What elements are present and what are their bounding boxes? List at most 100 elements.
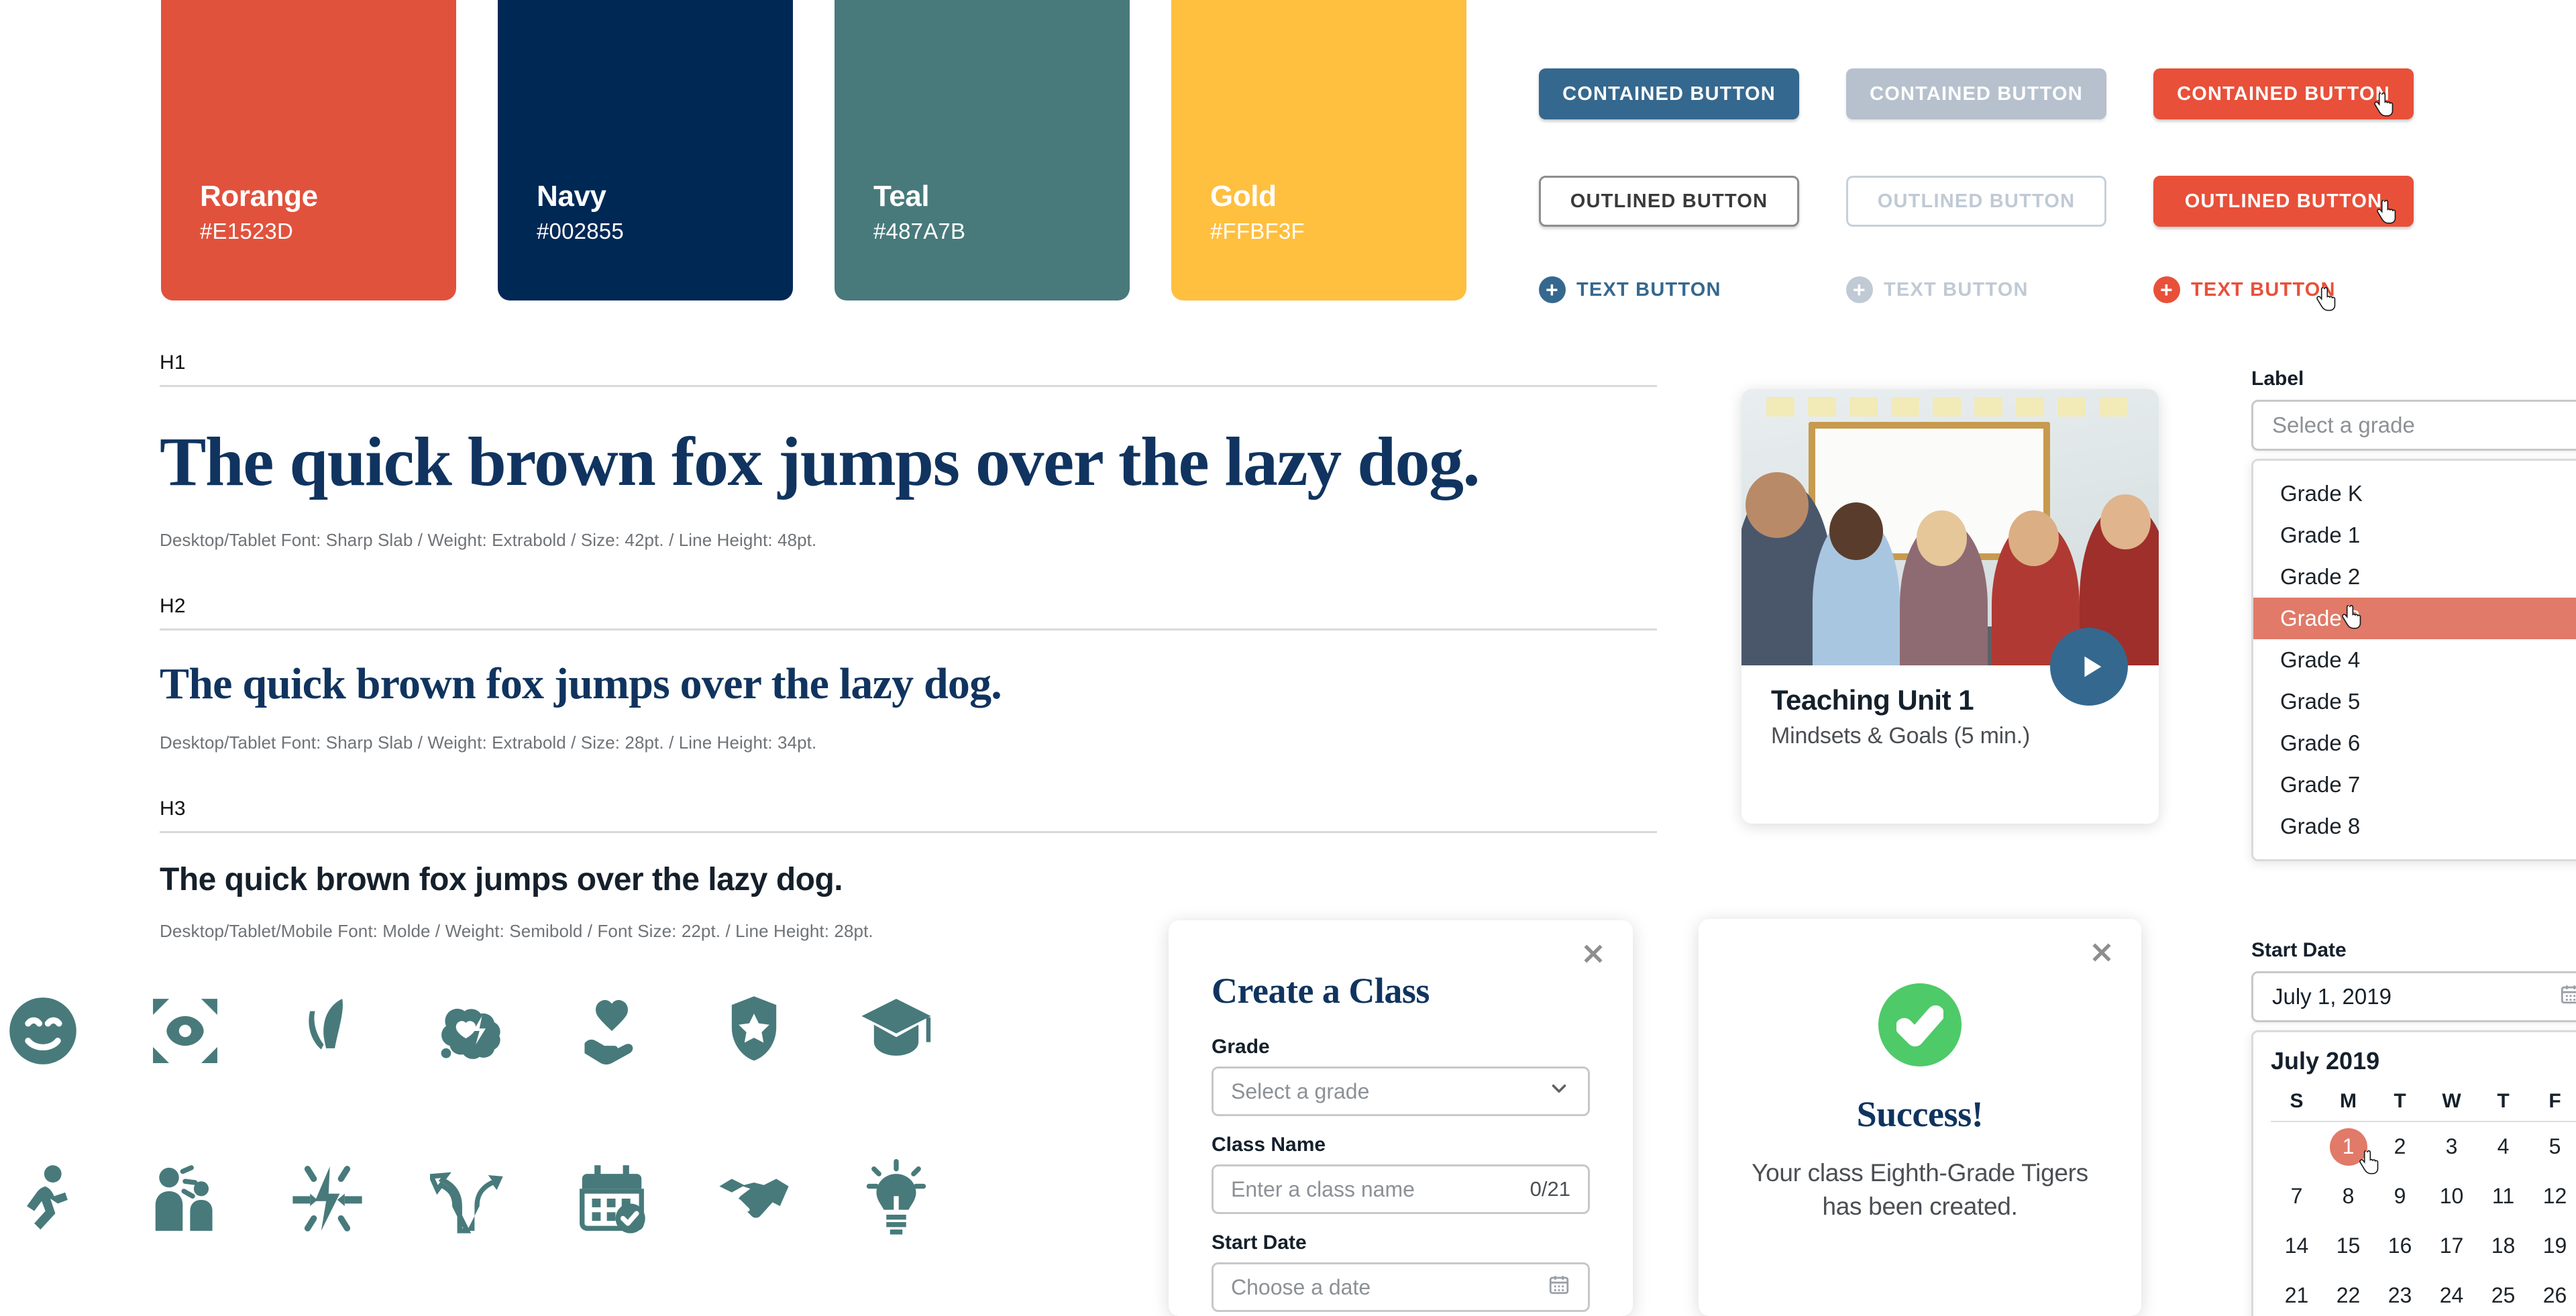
calendar-day[interactable]: 25 [2477, 1270, 2529, 1316]
swatch-name: Navy [537, 179, 606, 213]
calendar-weekday: F [2548, 1090, 2561, 1112]
grade-field: Grade Select a grade [1212, 1036, 1590, 1116]
calendar-day[interactable]: 7 [2271, 1171, 2322, 1221]
divider [160, 628, 1657, 630]
grade-option[interactable]: Grade 5 [2253, 681, 2576, 722]
swatch-hex: #487A7B [873, 219, 966, 243]
calendar-day-selected[interactable]: 1 [2322, 1121, 2379, 1174]
grade-option[interactable]: Grade K [2253, 473, 2576, 514]
leaf-growth-icon [256, 967, 398, 1095]
calendar-popup: July 2019 S M T W T F 1 2 3 4 5 7 8 9 10… [2251, 1030, 2576, 1316]
calendar-day[interactable]: 22 [2322, 1270, 2374, 1316]
grade-select-input[interactable]: Select a grade [2251, 400, 2576, 451]
text-button-label: TEXT BUTTON [1884, 278, 2029, 300]
success-content: Success! Your class Eighth-Grade Tigers … [1699, 919, 2141, 1223]
calendar-day[interactable]: 18 [2477, 1221, 2529, 1270]
close-icon[interactable] [2086, 938, 2117, 969]
contained-button-default[interactable]: CONTAINED BUTTON [1539, 68, 1799, 119]
eye-expand-icon [114, 967, 256, 1095]
color-swatch: Navy #002855 [498, 0, 793, 300]
running-person-icon [0, 1135, 114, 1262]
lightbulb-icon [825, 1135, 967, 1262]
grade-option[interactable]: Grade 6 [2253, 722, 2576, 764]
play-icon[interactable] [2050, 628, 2128, 706]
calendar-day[interactable]: 24 [2426, 1270, 2477, 1316]
text-button-default[interactable]: + TEXT BUTTON [1539, 276, 1721, 303]
grade-select-group: Label Select a grade Grade K Grade 1 Gra… [2251, 368, 2576, 861]
student-head [1746, 472, 1809, 539]
calendar-day[interactable]: 10 [2426, 1171, 2477, 1221]
type-meta: Desktop/Tablet Font: Sharp Slab / Weight… [160, 732, 817, 753]
text-button-row: + TEXT BUTTON + TEXT BUTTON + TEXT BUTTO… [1539, 276, 2461, 311]
grade-option[interactable]: Grade 7 [2253, 764, 2576, 806]
calendar-day[interactable]: 8 [2322, 1171, 2374, 1221]
video-card[interactable]: Teaching Unit 1 Mindsets & Goals (5 min.… [1741, 389, 2159, 824]
grade-option[interactable]: Grade 1 [2253, 514, 2576, 556]
grade-option-highlighted[interactable]: Grade 3 [2253, 598, 2576, 639]
plus-icon: + [2153, 276, 2180, 303]
calendar-day[interactable]: 14 [2271, 1221, 2322, 1270]
calendar-day[interactable]: 11 [2477, 1171, 2529, 1221]
calendar-icon[interactable] [1548, 1273, 1570, 1301]
type-sample-h2: The quick brown fox jumps over the lazy … [160, 659, 1002, 708]
calendar-day-label: 1 [2329, 1128, 2367, 1166]
start-date-input[interactable]: July 1, 2019 [2251, 971, 2576, 1022]
class-name-label: Class Name [1212, 1134, 1326, 1156]
design-system-page: Rorange #E1523D Navy #002855 Teal #487A7… [0, 0, 2576, 1316]
calendar-day[interactable]: 21 [2271, 1270, 2322, 1316]
calendar-month-label: July 2019 [2271, 1047, 2380, 1075]
grade-option[interactable]: Grade 8 [2253, 806, 2576, 847]
type-sample-h3: The quick brown fox jumps over the lazy … [160, 862, 843, 897]
diverging-arrows-icon [398, 1135, 541, 1262]
calendar-day[interactable]: 26 [2529, 1270, 2576, 1316]
grade-option[interactable]: Grade 2 [2253, 556, 2576, 598]
video-subtitle: Mindsets & Goals (5 min.) [1771, 723, 2031, 749]
text-button-label: TEXT BUTTON [1576, 278, 1721, 300]
grade-option[interactable]: Grade 4 [2253, 639, 2576, 681]
start-date-field: Start Date Choose a date [1212, 1231, 1590, 1312]
class-name-input[interactable]: Enter a class name 0/21 [1212, 1164, 1590, 1214]
calendar-icon[interactable] [2559, 983, 2576, 1011]
calendar-day[interactable]: 12 [2529, 1171, 2576, 1221]
chevron-down-icon [1548, 1077, 1570, 1105]
check-circle-icon [1878, 983, 1962, 1066]
color-swatch-row: Rorange #E1523D Navy #002855 Teal #487A7… [161, 0, 1466, 300]
calendar-day[interactable]: 17 [2426, 1221, 2477, 1270]
type-meta: Desktop/Tablet Font: Sharp Slab / Weight… [160, 530, 817, 550]
text-button-disabled: + TEXT BUTTON [1846, 276, 2029, 303]
grade-field-select[interactable]: Select a grade [1212, 1066, 1590, 1116]
class-name-placeholder: Enter a class name [1231, 1176, 1415, 1201]
type-tag: H2 [160, 595, 186, 617]
type-tag: H1 [160, 351, 186, 374]
grade-field-placeholder: Select a grade [1231, 1079, 1370, 1103]
calendar-day[interactable]: 9 [2374, 1171, 2426, 1221]
calendar-weekday: W [2442, 1090, 2461, 1112]
graduation-cap-icon [825, 967, 967, 1095]
calendar-day[interactable]: 23 [2374, 1270, 2426, 1316]
outlined-button-hover[interactable]: OUTLINED BUTTON [2153, 176, 2414, 227]
calendar-day[interactable]: 5 [2529, 1121, 2576, 1171]
create-class-title: Create a Class [1212, 971, 1430, 1011]
calendar-day[interactable]: 15 [2322, 1221, 2374, 1270]
calendar-day[interactable]: 19 [2529, 1221, 2576, 1270]
close-icon[interactable] [1578, 939, 1609, 970]
grade-select-menu: Grade K Grade 1 Grade 2 Grade 3 Grade 4 … [2251, 459, 2576, 861]
student-head [2008, 510, 2059, 566]
calendar-day[interactable]: 3 [2426, 1121, 2477, 1171]
typography-item-h1: H1 The quick brown fox jumps over the la… [160, 351, 1657, 551]
shield-star-icon [683, 967, 825, 1095]
contained-button-disabled: CONTAINED BUTTON [1846, 68, 2106, 119]
grade-select-placeholder: Select a grade [2272, 413, 2415, 437]
calendar-day[interactable]: 2 [2374, 1121, 2426, 1171]
outlined-button-default[interactable]: OUTLINED BUTTON [1539, 176, 1799, 227]
button-matrix: CONTAINED BUTTON CONTAINED BUTTON CONTAI… [1539, 68, 2461, 311]
calendar-week-row: 14 15 16 17 18 19 [2271, 1221, 2576, 1270]
text-button-hover[interactable]: + TEXT BUTTON [2153, 276, 2336, 303]
contained-button-hover[interactable]: CONTAINED BUTTON [2153, 68, 2414, 119]
calendar-day[interactable]: 4 [2477, 1121, 2529, 1171]
divider [160, 831, 1657, 833]
start-date-field-input[interactable]: Choose a date [1212, 1262, 1590, 1312]
sticky-notes-decor [1766, 397, 2134, 417]
start-date-field-label: Start Date [1212, 1231, 1307, 1254]
calendar-day[interactable]: 16 [2374, 1221, 2426, 1270]
